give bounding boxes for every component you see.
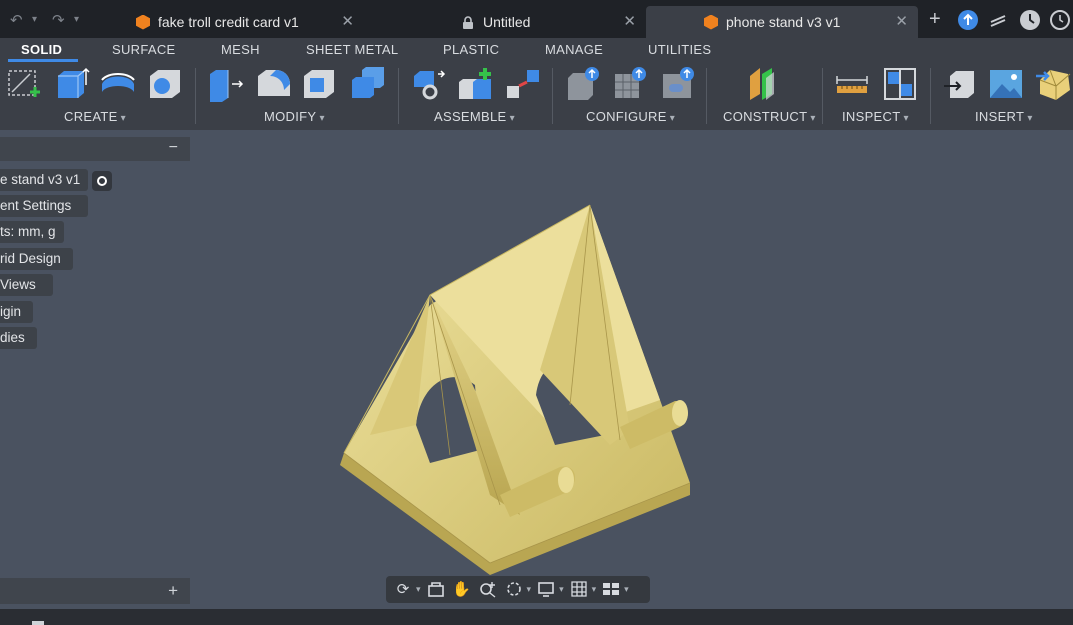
redo-dropdown-icon[interactable]: ▾ — [74, 14, 79, 25]
canvas-image-icon[interactable] — [988, 66, 1024, 102]
tab-mesh[interactable]: MESH — [221, 42, 260, 57]
new-component-icon[interactable] — [410, 66, 446, 102]
zoom-icon[interactable] — [478, 580, 498, 600]
tab-fake-troll-credit-card[interactable]: fake troll credit card v1 ✕ — [128, 6, 364, 38]
browser-item-bodies[interactable]: dies — [0, 327, 37, 349]
browser-item-units[interactable]: ts: mm, g — [0, 221, 64, 243]
browser-panel-header: − — [0, 137, 190, 161]
notifications-clock-icon[interactable] — [1050, 10, 1070, 30]
divider — [552, 68, 553, 124]
divider — [706, 68, 707, 124]
lock-icon — [462, 16, 474, 29]
construct-group-label[interactable]: CONSTRUCT — [723, 109, 816, 124]
document-icon — [704, 14, 718, 30]
extensions-icon[interactable] — [988, 10, 1008, 30]
fusion-window: ↶ ▾ ↷ ▾ fake troll credit card v1 ✕ Unti… — [0, 0, 1073, 625]
collapse-icon[interactable]: − — [169, 139, 178, 157]
extrude-icon[interactable] — [54, 66, 90, 102]
tab-surface[interactable]: SURFACE — [112, 42, 176, 57]
modify-group-label[interactable]: MODIFY — [264, 109, 325, 124]
as-built-joint-icon[interactable] — [505, 66, 541, 102]
press-pull-icon[interactable] — [208, 66, 244, 102]
tab-sheet-metal[interactable]: SHEET METAL — [306, 42, 398, 57]
assemble-group-label[interactable]: ASSEMBLE — [434, 109, 515, 124]
chevron-down-icon[interactable]: ▾ — [624, 584, 629, 595]
combine-icon[interactable] — [350, 66, 386, 102]
configure-rule-icon[interactable] — [661, 66, 697, 102]
configure-group-label[interactable]: CONFIGURE — [586, 109, 675, 124]
shell-icon[interactable] — [302, 66, 338, 102]
tab-label: fake troll credit card v1 — [158, 14, 299, 30]
close-icon[interactable]: ✕ — [895, 12, 908, 30]
chevron-down-icon[interactable]: ▾ — [527, 584, 532, 595]
configure-table-icon[interactable] — [566, 66, 602, 102]
ribbon-toolbar: SOLID SURFACE MESH SHEET METAL PLASTIC M… — [0, 38, 1073, 130]
tab-label: Untitled — [483, 14, 531, 30]
job-status-icon[interactable] — [1020, 10, 1040, 30]
configure-grid-icon[interactable] — [613, 66, 649, 102]
navigation-bar: ⟳ ▾ ✋ ▾ ▾ ▾ ▾ — [386, 576, 650, 603]
upload-icon[interactable] — [958, 10, 978, 30]
close-icon[interactable]: ✕ — [341, 12, 354, 30]
browser-item-origin[interactable]: igin — [0, 301, 33, 323]
chevron-down-icon[interactable]: ▾ — [559, 584, 564, 595]
tab-utilities[interactable]: UTILITIES — [648, 42, 711, 57]
active-radio-icon[interactable] — [92, 171, 112, 191]
measure-icon[interactable] — [834, 66, 870, 102]
tab-solid[interactable]: SOLID — [21, 42, 62, 57]
tab-untitled[interactable]: Untitled ✕ — [456, 6, 646, 38]
orbit-icon[interactable]: ⟳ — [393, 580, 413, 600]
browser-item-document[interactable]: e stand v3 v1 — [0, 169, 88, 191]
tab-bar: ↶ ▾ ↷ ▾ fake troll credit card v1 ✕ Unti… — [0, 0, 1073, 38]
create-group-label[interactable]: CREATE — [64, 109, 126, 124]
divider — [930, 68, 931, 124]
fillet-icon[interactable] — [256, 66, 292, 102]
tab-phone-stand[interactable]: phone stand v3 v1 ✕ — [646, 6, 918, 38]
offset-plane-icon[interactable] — [746, 66, 782, 102]
look-at-icon[interactable] — [426, 580, 446, 600]
divider — [398, 68, 399, 124]
chevron-down-icon[interactable]: ▾ — [416, 584, 421, 595]
pan-hand-icon[interactable]: ✋ — [452, 580, 472, 600]
chevron-down-icon[interactable]: ▾ — [592, 584, 597, 595]
browser-item-document-settings[interactable]: ent Settings — [0, 195, 88, 217]
divider — [195, 68, 196, 124]
timeline-marker[interactable] — [32, 621, 44, 625]
insert-derive-icon[interactable] — [942, 66, 978, 102]
fit-icon[interactable] — [504, 580, 524, 600]
undo-dropdown-icon[interactable]: ▾ — [32, 14, 37, 25]
joint-icon[interactable] — [457, 66, 493, 102]
active-tab-indicator — [8, 59, 78, 62]
revolve-icon[interactable] — [100, 66, 136, 102]
browser-item-named-views[interactable]: Views — [0, 274, 53, 296]
divider — [822, 68, 823, 124]
redo-icon[interactable]: ↷ — [52, 11, 65, 29]
timeline-bar — [0, 609, 1073, 625]
close-icon[interactable]: ✕ — [623, 12, 636, 30]
undo-icon[interactable]: ↶ — [10, 11, 23, 29]
insert-mesh-icon[interactable] — [1036, 66, 1072, 102]
grid-icon[interactable] — [569, 580, 589, 600]
inspect-group-label[interactable]: INSPECT — [842, 109, 909, 124]
insert-group-label[interactable]: INSERT — [975, 109, 1033, 124]
interference-icon[interactable] — [882, 66, 918, 102]
tab-label: phone stand v3 v1 — [726, 14, 841, 30]
hole-icon[interactable] — [148, 66, 184, 102]
tab-manage[interactable]: MANAGE — [545, 42, 603, 57]
phone-stand-model[interactable] — [330, 195, 710, 595]
viewports-icon[interactable] — [601, 580, 621, 600]
add-comment-plus-icon[interactable]: + — [168, 581, 178, 601]
create-sketch-icon[interactable] — [6, 66, 42, 102]
comments-panel: + — [0, 578, 190, 604]
display-settings-icon[interactable] — [536, 580, 556, 600]
document-icon — [136, 14, 150, 30]
browser-item-hybrid-design[interactable]: rid Design — [0, 248, 73, 270]
tab-plastic[interactable]: PLASTIC — [443, 42, 499, 57]
new-tab-plus-icon[interactable]: + — [929, 8, 941, 31]
